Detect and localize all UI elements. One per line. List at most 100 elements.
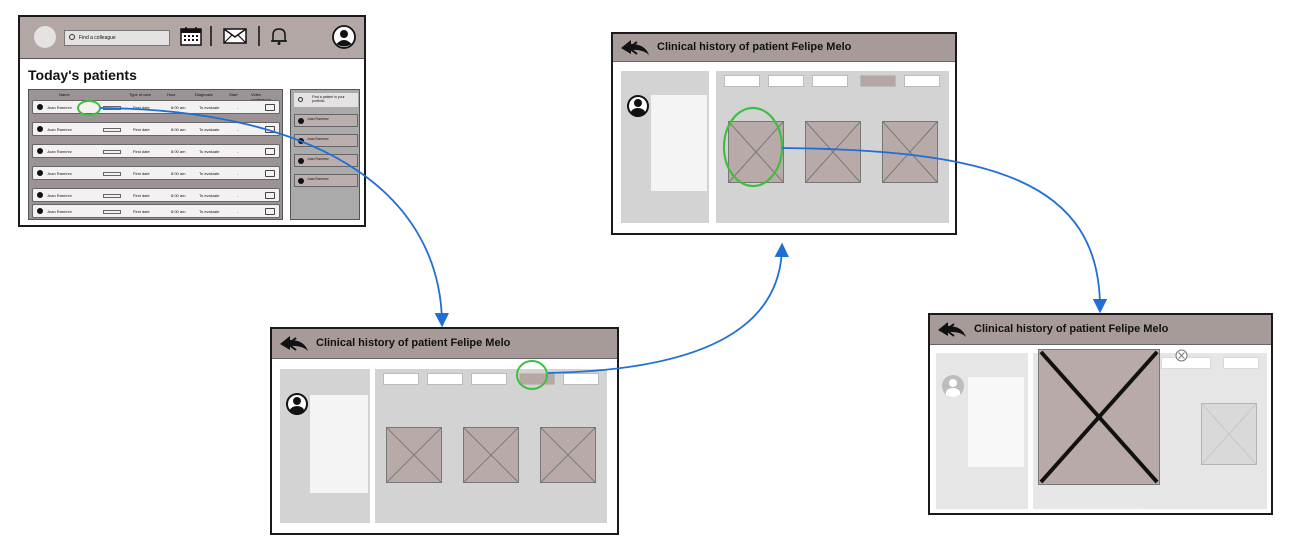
hour: 8:00 am — [171, 193, 186, 198]
table-row[interactable]: Juan Ramírez First date 8:00 am To evalu… — [32, 100, 280, 114]
patient-dot — [37, 126, 43, 132]
back-arrow-icon[interactable] — [936, 321, 968, 339]
clinical-history-header: Clinical history of patient Felipe Melo — [613, 34, 955, 62]
clinical-history-header: Clinical history of patient Felipe Melo — [272, 329, 617, 359]
patients-table: Name Type of care Hour Diagnosis Start V… — [28, 89, 283, 220]
patient-name: Juan Ramírez — [47, 171, 72, 176]
tab[interactable] — [427, 373, 463, 385]
diagnosis: To evaluate — [199, 193, 220, 198]
record-button[interactable] — [103, 128, 121, 132]
close-icon[interactable] — [1175, 349, 1188, 362]
tab[interactable] — [812, 75, 848, 87]
patient-name: Juan Ramírez — [47, 193, 72, 198]
video-call-icon[interactable] — [265, 208, 275, 215]
tab[interactable] — [724, 75, 760, 87]
patient-name: Juan Ramírez — [47, 127, 72, 132]
record-button[interactable] — [103, 194, 121, 198]
patient-dot — [298, 178, 304, 184]
record-button[interactable] — [103, 210, 121, 214]
video-call-icon[interactable] — [265, 192, 275, 199]
clinical-history-header: Clinical history of patient Felipe Melo — [930, 315, 1271, 345]
top-bar: Find a colleague — [20, 17, 364, 59]
patient-name: Juan Ramírez — [307, 157, 329, 161]
diagnosis: To evaluate — [199, 127, 220, 132]
document-image-placeholder[interactable] — [1201, 403, 1257, 465]
mail-icon[interactable] — [223, 26, 247, 46]
bell-icon[interactable] — [269, 26, 289, 46]
document-image-placeholder[interactable] — [540, 427, 596, 483]
record-button[interactable] — [103, 106, 121, 110]
video-call-icon[interactable] — [265, 126, 275, 133]
divider — [210, 26, 212, 46]
patient-dot — [298, 118, 304, 124]
start: - — [237, 127, 239, 132]
table-row[interactable]: Juan Ramírez First date 8:00 am To evalu… — [32, 204, 280, 218]
portfolio-card[interactable]: Juan Ramírez — [294, 174, 358, 187]
divider — [258, 26, 260, 46]
tab[interactable] — [383, 373, 419, 385]
table-row[interactable]: Juan Ramírez First date 8:00 am To evalu… — [32, 144, 280, 158]
document-image-placeholder[interactable] — [463, 427, 519, 483]
tab[interactable] — [904, 75, 940, 87]
care-type: First date — [133, 209, 150, 214]
hour: 8:00 am — [171, 209, 186, 214]
diagnosis: To evaluate — [199, 171, 220, 176]
patient-name: Juan Ramírez — [47, 105, 72, 110]
column-header-hour: Hour — [167, 92, 176, 97]
patient-name: Juan Ramírez — [47, 209, 72, 214]
profile-avatar[interactable] — [34, 26, 56, 48]
diagnosis: To evaluate — [199, 105, 220, 110]
calendar-icon[interactable] — [180, 26, 202, 46]
portfolio-search-placeholder: Find a patient in your portfolio — [312, 95, 345, 103]
tab[interactable] — [471, 373, 507, 385]
portfolio-card[interactable]: Juan Ramírez — [294, 134, 358, 147]
portfolio-search-input[interactable]: Find a patient in your portfolio — [294, 93, 358, 107]
portfolio-card[interactable]: Juan Ramírez — [294, 154, 358, 167]
user-account-icon[interactable] — [332, 25, 356, 49]
tab[interactable] — [768, 75, 804, 87]
care-type: First date — [133, 127, 150, 132]
record-button[interactable] — [103, 150, 121, 154]
expanded-image-viewer[interactable] — [1038, 349, 1160, 485]
record-button[interactable] — [103, 172, 121, 176]
video-call-icon[interactable] — [265, 104, 275, 111]
table-row[interactable]: Juan Ramírez First date 8:00 am To evalu… — [32, 166, 280, 180]
table-row[interactable]: Juan Ramírez First date 8:00 am To evalu… — [32, 188, 280, 202]
column-header-diagnosis: Diagnosis — [195, 92, 213, 97]
image-placeholder-icon — [1039, 350, 1159, 484]
tab-active[interactable] — [519, 373, 555, 385]
clinical-history-title: Clinical history of patient Felipe Melo — [974, 323, 1169, 335]
back-arrow-icon[interactable] — [278, 335, 310, 353]
column-header-start: Start — [229, 92, 238, 97]
search-input[interactable]: Find a colleague — [64, 30, 170, 46]
patient-dot — [298, 158, 304, 164]
patient-avatar-icon — [627, 95, 649, 117]
column-header-name: Name — [59, 92, 70, 97]
patient-name: Juan Ramírez — [307, 177, 329, 181]
clinical-history-screen-image-expanded: Clinical history of patient Felipe Melo — [928, 313, 1273, 515]
tab[interactable] — [1223, 357, 1259, 369]
document-image-placeholder[interactable] — [386, 427, 442, 483]
patient-sidebar — [280, 369, 370, 523]
search-icon — [298, 97, 303, 102]
clinical-history-title: Clinical history of patient Felipe Melo — [657, 41, 852, 53]
video-call-icon[interactable] — [265, 170, 275, 177]
back-arrow-icon[interactable] — [619, 39, 651, 57]
patient-dot — [37, 148, 43, 154]
table-row[interactable]: Juan Ramírez First date 8:00 am To evalu… — [32, 122, 280, 136]
hour: 8:00 am — [171, 171, 186, 176]
patient-portfolio-panel: Find a patient in your portfolio Juan Ra… — [290, 89, 360, 220]
start: - — [237, 105, 239, 110]
portfolio-card[interactable]: Juan Ramírez — [294, 114, 358, 127]
patient-dot — [37, 170, 43, 176]
diagnosis: To evaluate — [199, 149, 220, 154]
document-image-placeholder[interactable] — [805, 121, 861, 183]
tab[interactable] — [563, 373, 599, 385]
tab-active[interactable] — [860, 75, 896, 87]
document-image-placeholder[interactable] — [728, 121, 784, 183]
video-call-icon[interactable] — [265, 148, 275, 155]
hour: 8:00 am — [171, 105, 186, 110]
diagnosis: To evaluate — [199, 209, 220, 214]
care-type: First date — [133, 171, 150, 176]
document-image-placeholder[interactable] — [882, 121, 938, 183]
